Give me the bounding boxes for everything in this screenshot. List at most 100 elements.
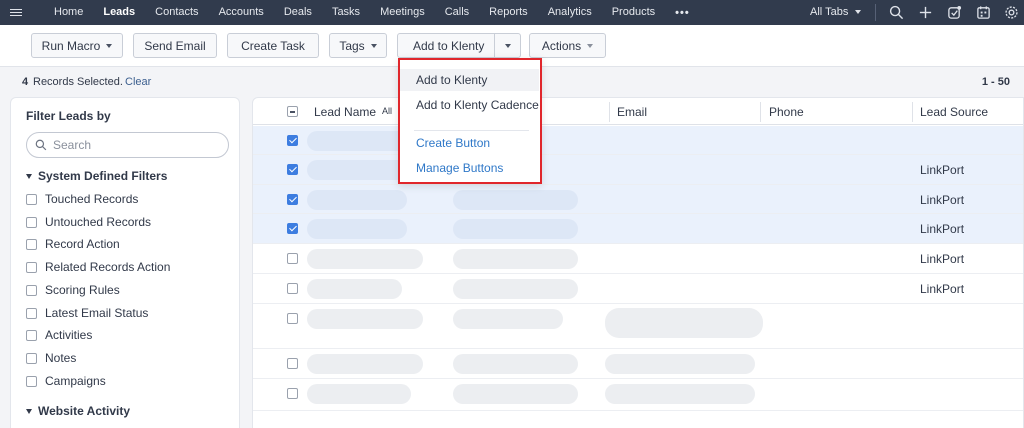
tab-leads[interactable]: Leads: [93, 0, 145, 25]
tab-reports[interactable]: Reports: [479, 0, 538, 25]
tab-meetings[interactable]: Meetings: [370, 0, 435, 25]
redacted-email: [453, 249, 578, 269]
redacted-email: [453, 190, 578, 210]
table-row[interactable]: [253, 349, 1023, 379]
header-lead-name[interactable]: Lead Name: [314, 105, 376, 119]
filter-latest-email-status[interactable]: Latest Email Status: [26, 306, 148, 320]
chevron-down-icon: [855, 10, 862, 15]
filter-untouched-records[interactable]: Untouched Records: [26, 215, 151, 229]
add-to-klenty-split-button[interactable]: Add to Klenty: [397, 33, 521, 58]
tab-deals[interactable]: Deals: [274, 0, 322, 25]
plus-icon[interactable]: [918, 5, 933, 20]
top-navigation-bar: Home Leads Contacts Accounts Deals Tasks…: [0, 0, 1024, 25]
tab-home[interactable]: Home: [32, 0, 93, 25]
checkbox[interactable]: [26, 261, 37, 273]
row-checkbox[interactable]: [287, 253, 298, 264]
filter-record-action[interactable]: Record Action: [26, 237, 120, 251]
row-checkbox[interactable]: [287, 194, 298, 205]
redacted-email: [453, 354, 578, 374]
checkbox[interactable]: [26, 352, 37, 364]
clear-selection-link[interactable]: Clear: [125, 76, 151, 88]
filter-search-input[interactable]: Search: [26, 132, 229, 158]
checkbox[interactable]: [26, 216, 37, 228]
menu-item-add-to-klenty[interactable]: Add to Klenty: [400, 69, 539, 91]
section-label: System Defined Filters: [38, 169, 168, 183]
section-label: Website Activity: [38, 404, 131, 418]
filter-touched-records[interactable]: Touched Records: [26, 192, 138, 206]
row-checkbox[interactable]: [287, 135, 298, 146]
header-email[interactable]: Email: [617, 105, 647, 119]
filter-scoring-rules[interactable]: Scoring Rules: [26, 283, 120, 297]
table-row[interactable]: [253, 379, 1023, 411]
tags-button[interactable]: Tags: [329, 33, 387, 58]
redacted-lead-name: [307, 384, 411, 404]
calendar-icon[interactable]: [976, 5, 991, 20]
create-task-label: Create Task: [241, 38, 305, 53]
checkbox[interactable]: [26, 193, 37, 205]
table-row[interactable]: LinkPort: [253, 185, 1023, 214]
send-email-button[interactable]: Send Email: [133, 33, 217, 58]
table-row[interactable]: LinkPort: [253, 214, 1023, 244]
filter-activities[interactable]: Activities: [26, 328, 92, 342]
create-task-button[interactable]: Create Task: [227, 33, 319, 58]
filter-related-records-action[interactable]: Related Records Action: [26, 260, 170, 274]
website-activity-header[interactable]: Website Activity: [26, 404, 130, 418]
tab-contacts[interactable]: Contacts: [145, 0, 208, 25]
filter-label: Activities: [45, 328, 93, 342]
tab-accounts[interactable]: Accounts: [209, 0, 274, 25]
selected-count: 4: [22, 76, 29, 88]
table-row[interactable]: LinkPort: [253, 274, 1023, 304]
checkbox[interactable]: [26, 307, 37, 319]
hamburger-menu-icon[interactable]: [0, 0, 32, 25]
settings-gear-icon[interactable]: [1004, 5, 1019, 20]
tab-tasks[interactable]: Tasks: [322, 0, 370, 25]
redacted-lead-name: [307, 279, 402, 299]
all-tabs-dropdown[interactable]: All Tabs: [810, 0, 862, 25]
page-range[interactable]: 1 - 50: [982, 76, 1010, 88]
menu-item-manage-buttons[interactable]: Manage Buttons: [400, 157, 539, 179]
filter-campaigns[interactable]: Campaigns: [26, 374, 106, 388]
chevron-down-icon: [106, 43, 113, 48]
row-checkbox[interactable]: [287, 388, 298, 399]
redacted-lead-name: [307, 219, 407, 239]
filter-notes[interactable]: Notes: [26, 351, 76, 365]
actions-label: Actions: [541, 38, 582, 53]
nav-divider: [875, 4, 876, 21]
checkbox[interactable]: [26, 375, 37, 387]
checkbox[interactable]: [26, 284, 37, 296]
row-checkbox[interactable]: [287, 358, 298, 369]
signals-icon[interactable]: [947, 5, 962, 20]
header-phone[interactable]: Phone: [769, 105, 804, 119]
row-checkbox[interactable]: [287, 283, 298, 294]
table-row[interactable]: LinkPort: [253, 244, 1023, 274]
table-row[interactable]: [253, 304, 1023, 349]
search-icon[interactable]: [889, 5, 904, 20]
tab-products[interactable]: Products: [602, 0, 665, 25]
redacted-phone: [605, 354, 755, 374]
filter-sidebar: Filter Leads by Search System Defined Fi…: [10, 97, 240, 428]
row-checkbox[interactable]: [287, 313, 298, 324]
header-lead-source[interactable]: Lead Source: [920, 105, 988, 119]
tab-calls[interactable]: Calls: [435, 0, 479, 25]
system-defined-filters-header[interactable]: System Defined Filters: [26, 169, 167, 183]
table-row[interactable]: [253, 126, 1023, 155]
header-lead-name-filter[interactable]: All: [382, 106, 392, 116]
checkbox[interactable]: [26, 238, 37, 250]
table-row[interactable]: LinkPort: [253, 155, 1023, 185]
column-divider: [609, 102, 610, 122]
menu-divider: [414, 130, 529, 131]
run-macro-button[interactable]: Run Macro: [31, 33, 123, 58]
more-tabs-icon[interactable]: •••: [665, 7, 700, 19]
actions-button[interactable]: Actions: [529, 33, 606, 58]
select-all-checkbox[interactable]: [287, 106, 298, 117]
row-checkbox[interactable]: [287, 164, 298, 175]
tab-analytics[interactable]: Analytics: [538, 0, 602, 25]
filter-label: Record Action: [45, 237, 120, 251]
column-divider: [912, 102, 913, 122]
menu-item-create-button[interactable]: Create Button: [400, 132, 539, 154]
add-to-klenty-label: Add to Klenty: [413, 38, 485, 53]
menu-item-add-to-klenty-cadence[interactable]: Add to Klenty Cadence: [400, 94, 539, 116]
checkbox[interactable]: [26, 329, 37, 341]
add-to-klenty-dropdown-toggle[interactable]: [495, 34, 521, 57]
row-checkbox[interactable]: [287, 223, 298, 234]
